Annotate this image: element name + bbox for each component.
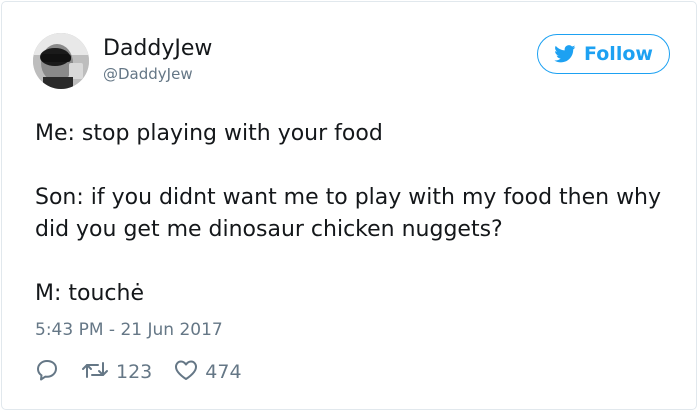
like-button[interactable]: 474 [174, 359, 242, 386]
tweet-actions: 123 474 [35, 358, 242, 386]
reply-icon [35, 358, 59, 387]
avatar-image [33, 33, 89, 89]
follow-button-label: Follow [584, 43, 653, 65]
tweet-text: Me: stop playing with your food Son: if … [35, 118, 675, 310]
retweet-count: 123 [116, 361, 153, 383]
retweet-icon [81, 359, 109, 386]
tweet-line: Me: stop playing with your food [35, 121, 383, 146]
follow-button[interactable]: Follow [537, 34, 670, 74]
retweet-button[interactable]: 123 [81, 359, 152, 386]
heart-icon [174, 359, 198, 386]
tweet-timestamp[interactable]: 5:43 PM - 21 Jun 2017 [35, 320, 223, 340]
user-handle[interactable]: @DaddyJew [103, 65, 193, 83]
like-count: 474 [205, 361, 242, 383]
twitter-bird-icon [554, 45, 576, 63]
reply-button[interactable] [35, 358, 59, 387]
tweet-card: DaddyJew @DaddyJew Follow Me: stop playi… [1, 1, 697, 410]
tweet-line: Son: if you didnt want me to play with m… [35, 185, 662, 242]
tweet-line: M: touchė [35, 281, 144, 306]
display-name[interactable]: DaddyJew [103, 36, 212, 62]
avatar[interactable] [33, 33, 89, 89]
